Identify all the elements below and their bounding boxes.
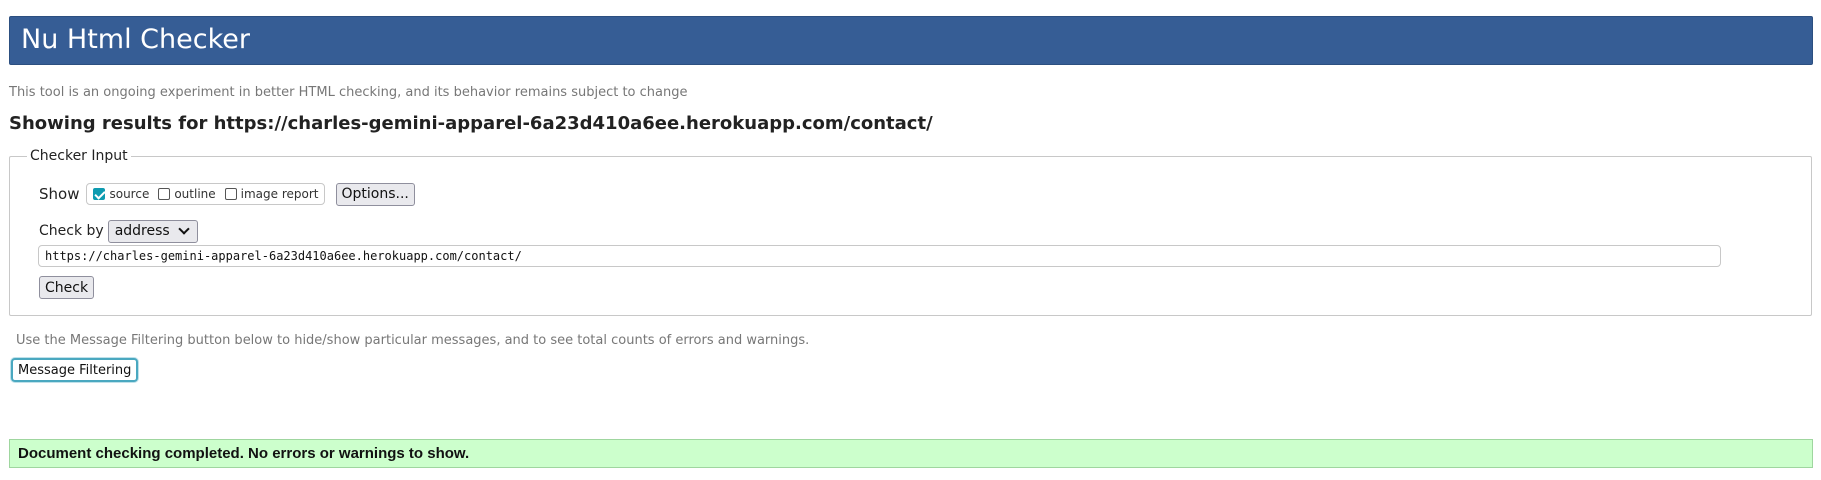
show-label: Show [39, 185, 80, 203]
show-outline-option[interactable]: outline [158, 187, 216, 201]
app-header: Nu Html Checker [9, 16, 1813, 65]
check-by-row: Check by address [39, 219, 198, 243]
show-row: Show source outline image report Options… [39, 182, 415, 206]
url-input[interactable]: https://charles-gemini-apparel-6a23d410a… [38, 245, 1721, 267]
results-heading: Showing results for https://charles-gemi… [9, 113, 933, 134]
options-button[interactable]: Options... [335, 182, 415, 206]
check-button[interactable]: Check [39, 276, 95, 299]
source-checkbox[interactable] [93, 188, 106, 200]
source-label: source [109, 187, 150, 201]
message-filtering-button[interactable]: Message Filtering [11, 358, 139, 382]
show-image-report-option[interactable]: image report [224, 187, 319, 201]
image-report-checkbox[interactable] [224, 188, 237, 200]
show-options-group: source outline image report [86, 183, 325, 205]
checker-input-fieldset: Checker Input [9, 148, 1812, 316]
show-source-option[interactable]: source [93, 187, 149, 201]
outline-label: outline [174, 187, 216, 201]
page-title: Nu Html Checker [21, 24, 250, 55]
filter-note: Use the Message Filtering button below t… [16, 333, 810, 348]
intro-text: This tool is an ongoing experiment in be… [9, 85, 688, 100]
chevron-down-icon [178, 223, 190, 235]
check-by-label: Check by [39, 223, 104, 239]
image-report-label: image report [240, 187, 319, 201]
check-by-select[interactable]: address [107, 219, 198, 243]
checker-input-legend: Checker Input [30, 148, 128, 164]
check-by-selected-value: address [114, 223, 170, 239]
success-message: Document checking completed. No errors o… [9, 439, 1813, 468]
outline-checkbox[interactable] [158, 188, 171, 200]
